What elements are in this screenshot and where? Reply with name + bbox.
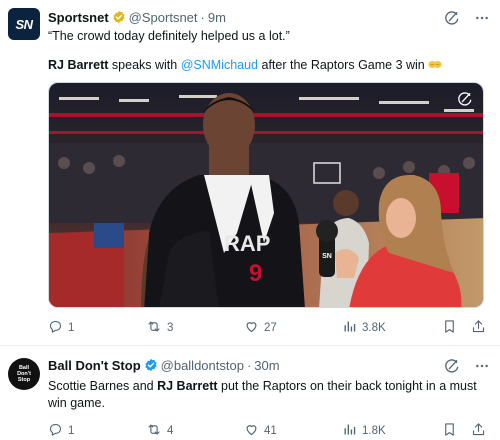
bookmark-icon[interactable] bbox=[442, 422, 457, 440]
tweet-sportsnet[interactable]: SN Sportsnet @Sportsnet · 9m “The crowd … bbox=[0, 0, 500, 346]
grok-icon[interactable] bbox=[444, 10, 460, 29]
share-icon[interactable] bbox=[471, 319, 486, 337]
author-handle[interactable]: @Sportsnet bbox=[129, 10, 198, 25]
like-icon bbox=[244, 422, 259, 440]
avatar[interactable]: SN bbox=[8, 8, 40, 40]
retweet-icon bbox=[146, 422, 162, 440]
verified-badge-icon bbox=[112, 10, 126, 24]
views-icon bbox=[342, 422, 357, 440]
avatar-logo-text: SN bbox=[15, 16, 33, 32]
author-name[interactable]: Ball Don't Stop bbox=[48, 358, 141, 373]
tweet-text-quote: “The crowd today definitely helped us a … bbox=[48, 29, 290, 43]
caption-mid: speaks with bbox=[108, 58, 181, 72]
caption-end: after the Raptors Game 3 win bbox=[258, 58, 429, 72]
reply-icon bbox=[48, 422, 63, 440]
svg-text:9: 9 bbox=[249, 260, 262, 287]
retweet-icon bbox=[146, 319, 162, 337]
text-part-a: Scottie Barnes and bbox=[48, 379, 158, 393]
svg-text:RAP: RAP bbox=[224, 231, 270, 256]
grok-icon[interactable] bbox=[457, 91, 473, 107]
header-actions bbox=[444, 10, 490, 29]
svg-text:SN: SN bbox=[322, 253, 332, 260]
retweet-button[interactable]: 3 bbox=[146, 319, 244, 337]
tweet-header: Ball Don't Stop @balldontstop · 30m bbox=[48, 356, 488, 374]
header-actions bbox=[444, 358, 490, 377]
views-icon bbox=[342, 319, 357, 337]
separator-dot: · bbox=[246, 357, 252, 373]
bold-name: RJ Barrett bbox=[157, 379, 218, 393]
secondary-actions bbox=[442, 319, 486, 337]
like-count: 41 bbox=[264, 425, 277, 437]
like-button[interactable]: 41 bbox=[244, 422, 342, 440]
views-count: 1.8K bbox=[362, 425, 386, 437]
like-count: 27 bbox=[264, 322, 277, 334]
tweet-header: Sportsnet @Sportsnet · 9m bbox=[48, 8, 488, 26]
separator-dot: · bbox=[200, 9, 205, 25]
media-video[interactable]: RAP 9 SN bbox=[48, 82, 484, 308]
views-button[interactable]: 1.8K bbox=[342, 422, 440, 440]
retweet-count: 4 bbox=[167, 425, 174, 437]
author-handle[interactable]: @balldontstop bbox=[161, 358, 244, 373]
reply-button[interactable]: 1 bbox=[48, 319, 146, 337]
timestamp[interactable]: 9m bbox=[208, 10, 226, 25]
avatar[interactable]: Ball Don't Stop bbox=[8, 358, 40, 390]
avatar-logo-text: Ball Don't Stop bbox=[17, 365, 31, 383]
like-icon bbox=[244, 319, 259, 337]
bold-name: RJ Barrett bbox=[48, 58, 109, 72]
tweet-text-caption: RJ Barrett speaks with @SNMichaud after … bbox=[48, 57, 488, 74]
more-icon[interactable] bbox=[474, 358, 490, 377]
reply-count: 1 bbox=[68, 425, 75, 437]
like-button[interactable]: 27 bbox=[244, 319, 342, 337]
emoji-icon bbox=[428, 58, 442, 72]
verified-badge-icon bbox=[144, 358, 158, 372]
views-count: 3.8K bbox=[362, 322, 386, 334]
reply-icon bbox=[48, 319, 63, 337]
timestamp[interactable]: 30m bbox=[254, 358, 279, 373]
tweet-actions: 1 3 27 3.8K bbox=[48, 317, 488, 339]
tweet-text: Scottie Barnes and RJ Barrett put the Ra… bbox=[48, 378, 488, 412]
reply-count: 1 bbox=[68, 322, 75, 334]
secondary-actions bbox=[442, 422, 486, 440]
tweet-balldontstop[interactable]: Ball Don't Stop Ball Don't Stop @balldon… bbox=[0, 346, 500, 440]
more-icon[interactable] bbox=[474, 10, 490, 29]
mention-link[interactable]: @SNMichaud bbox=[181, 58, 258, 72]
author-name[interactable]: Sportsnet bbox=[48, 10, 109, 25]
tweet-actions: 1 4 41 1.8K bbox=[48, 420, 488, 440]
views-button[interactable]: 3.8K bbox=[342, 319, 440, 337]
retweet-button[interactable]: 4 bbox=[146, 422, 244, 440]
retweet-count: 3 bbox=[167, 322, 174, 334]
share-icon[interactable] bbox=[471, 422, 486, 440]
reply-button[interactable]: 1 bbox=[48, 422, 146, 440]
bookmark-icon[interactable] bbox=[442, 319, 457, 337]
grok-icon[interactable] bbox=[444, 358, 460, 377]
